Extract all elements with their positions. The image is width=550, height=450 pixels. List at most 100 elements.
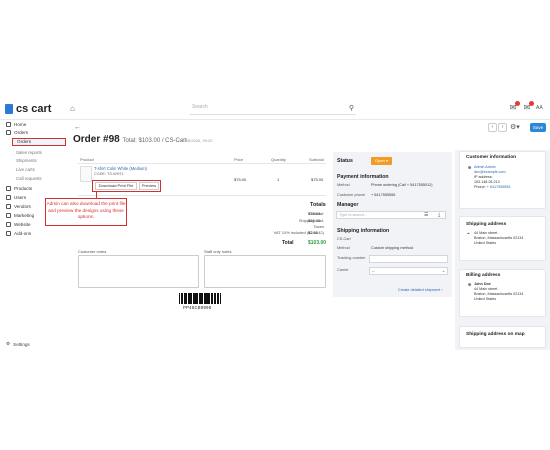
barcode-text: PP45CB9998 [183,305,212,310]
billing-address-lines: John Doe 44 Main street Boston, Massachu… [474,282,524,301]
download-print-file-button[interactable]: Download Print File [95,182,137,190]
preview-button[interactable]: Preview [139,182,159,190]
vat-value: $2.55 [308,230,319,235]
customer-info-title: Customer information [466,155,517,160]
tracking-number-label: Tracking number [337,256,366,260]
manager-search-input[interactable]: Type to search... [336,211,446,219]
customer-notes-label: Customer notes [78,249,107,254]
location-pin-icon: ⌖ [467,231,470,237]
sidebar-item-website[interactable]: Website [6,222,31,227]
sidebar-subitem-orders[interactable]: Orders [12,138,66,146]
next-order-button[interactable]: › [498,123,507,132]
shipping-address-title: Shipping address [466,222,507,227]
payment-info-title: Payment information [337,174,389,180]
search-placeholder: Search [192,104,208,110]
sidebar-item-orders[interactable]: Orders [6,130,28,135]
sidebar-subitem-shipments[interactable]: Shipments [16,158,37,163]
sidebar-subitem-sales-reports[interactable]: Sales reports [16,150,42,155]
page-title: Order #98 Total: $103.00 / CS-Cart [73,134,187,145]
logo-mark-icon [5,104,13,114]
back-arrow-icon[interactable]: ← [74,124,81,131]
carrier-label: Carrier [337,268,349,272]
shipping-map-card [459,326,546,348]
products-icon [6,186,11,191]
person-icon: ☻ [467,282,473,288]
sidebar-item-home[interactable]: Home [6,122,26,127]
download-icon[interactable]: ⤓ [438,212,440,218]
person-icon: ☻ [467,165,473,171]
shipping-carrier-sub: CS-Cart [337,237,351,241]
total-label: Total [282,240,294,246]
divider [78,195,326,196]
sidebar-subitem-call-requests[interactable]: Call requests [16,176,42,181]
shipping-info-title: Shipping information [337,228,390,234]
tracking-number-input[interactable] [369,255,448,263]
payment-method-value: Phone ordering (Call + 5417555012) [371,183,433,187]
shipping-address-lines: 44 Main street Boston, Massachusetts 021… [474,231,524,245]
chevron-down-icon: ⌄ [441,269,445,273]
status-title: Status [337,158,353,164]
customer-notes-textarea[interactable] [78,255,199,288]
sidebar-item-marketing[interactable]: Marketing [6,213,34,218]
user-menu[interactable]: AA [536,105,543,111]
cart-icon [6,130,11,135]
product-quantity[interactable]: 1 [277,177,279,182]
staff-notes-textarea[interactable] [204,255,326,288]
product-code: CODE: TS-WHT1 [94,172,124,176]
shipping-method-value: Custom shipping method [371,246,413,250]
sidebar-item-add-ons[interactable]: Add-ons [6,231,31,236]
marketing-icon [6,213,11,218]
customer-phone-value: + 5417555555 [371,193,396,197]
column-header-subtotal: Subtotal [309,157,324,162]
barcode [179,293,221,304]
column-header-product: Product [80,157,94,162]
customer-phone-label: Customer phone [337,193,366,197]
notification-badge [515,101,520,106]
sidebar-subitem-live-carts[interactable]: Live carts [16,167,35,172]
product-thumbnail [80,166,92,182]
storefront-icon[interactable]: ⌂ [70,104,79,113]
search-input[interactable]: Search ⚲ [190,104,356,115]
sidebar-item-users[interactable]: Users [6,195,26,200]
save-button[interactable]: Save [530,123,546,132]
shipping-method-label: Method [337,246,350,250]
order-date: / 01/05/2026, 09:20 [178,138,213,143]
shipping-map-title: Shipping address on map [466,332,525,337]
sidebar-item-settings[interactable]: ⚙ Settings [6,341,30,347]
list-icon[interactable]: ☰ [424,212,428,218]
product-name-link[interactable]: T-shirt Colin White (Medium) [94,166,147,171]
callout-annotation: Admin can also download the print file a… [45,198,127,226]
payment-method-label: Method [337,183,350,187]
carrier-select[interactable]: -- ⌄ [369,267,448,275]
status-dropdown[interactable]: Open ▾ [371,157,392,165]
notifications-icon[interactable]: ✉ [508,101,520,113]
gear-icon[interactable]: ⚙▾ [510,123,520,131]
barcode-bar [219,293,221,304]
add-ons-icon [6,231,11,236]
sidebar-item-products[interactable]: Products [6,186,32,191]
product-subtotal: $75.00 [311,177,324,182]
product-price: $75.00 [234,177,247,182]
subtotal-value: $75.00 [308,211,321,216]
shipping-cost-value: $28.00 [308,218,321,223]
divider [78,163,326,164]
logo[interactable]: cs cart [5,103,51,115]
total-value: $103.00 [308,240,327,246]
messages-icon[interactable]: ✉ [522,101,534,113]
billing-address-title: Billing address [466,273,501,278]
sidebar-item-vendors[interactable]: Vendors [6,204,31,209]
search-icon[interactable]: ⚲ [349,104,354,112]
users-icon [6,195,11,200]
column-header-price: Price [234,157,244,162]
message-badge [529,101,534,106]
logo-text: cs cart [16,103,52,115]
totals-title: Totals [310,202,326,208]
taxes-label: Taxes [313,224,324,229]
home-icon [6,122,11,127]
create-shipment-link[interactable]: Create detailed shipment › [398,288,443,292]
customer-details: Admin Admin dev@example.com IP address: … [474,165,510,190]
prev-order-button[interactable]: ‹ [488,123,497,132]
staff-notes-label: Staff only notes [204,249,232,254]
manager-title: Manager [337,202,359,208]
phone-line: Phone: + 5417555555 [474,185,511,189]
